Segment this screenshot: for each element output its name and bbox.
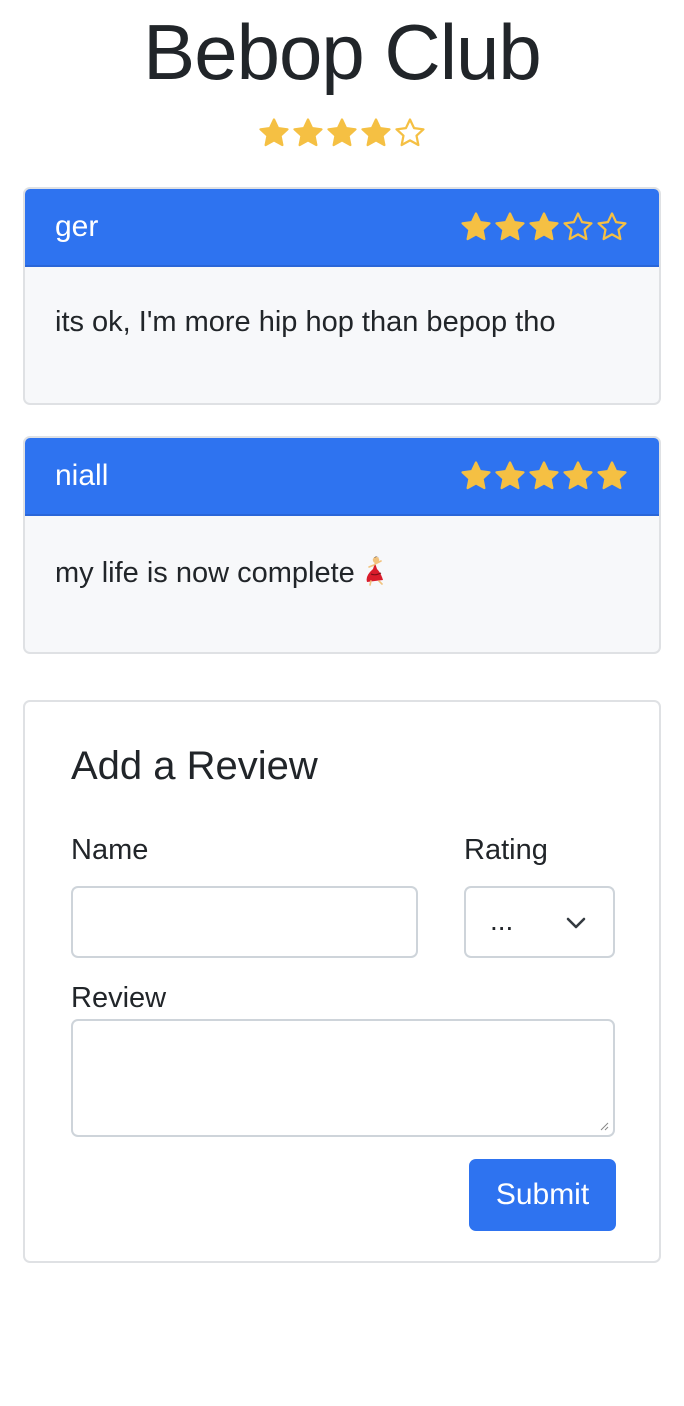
dancer-icon: [359, 554, 391, 586]
page-title: Bebop Club: [143, 8, 542, 96]
rating-select[interactable]: ...: [464, 886, 615, 958]
review-card-header: ger: [25, 189, 659, 267]
name-input[interactable]: [71, 886, 418, 958]
reviewer-name: niall: [55, 459, 109, 492]
star-filled-icon: [527, 210, 561, 244]
star-empty-icon: [561, 210, 595, 244]
star-filled-icon: [291, 116, 325, 150]
star-filled-icon: [493, 459, 527, 493]
rating-label: Rating: [464, 834, 548, 866]
name-label: Name: [71, 834, 149, 866]
review-card-body: my life is now complete: [25, 516, 659, 590]
star-empty-icon: [393, 116, 427, 150]
review-text: its ok, I'm more hip hop than bepop tho: [55, 306, 556, 338]
review-card: niall my life is now complete: [23, 436, 661, 654]
star-filled-icon: [325, 116, 359, 150]
review-textarea[interactable]: [71, 1019, 615, 1137]
star-filled-icon: [459, 459, 493, 493]
add-review-form: Add a Review Name Rating ... Review Subm…: [23, 700, 661, 1263]
star-filled-icon: [595, 459, 629, 493]
reviewer-name: ger: [55, 210, 99, 243]
star-filled-icon: [359, 116, 393, 150]
review-card: ger its ok, I'm more hip hop than bepop …: [23, 187, 661, 405]
chevron-down-icon: [566, 917, 586, 929]
review-card-body: its ok, I'm more hip hop than bepop tho: [25, 267, 659, 339]
review-card-header: niall: [25, 438, 659, 516]
rating-select-value: ...: [490, 905, 514, 936]
star-filled-icon: [493, 210, 527, 244]
overall-rating-stars: [0, 116, 684, 150]
form-title: Add a Review: [71, 744, 318, 788]
star-filled-icon: [561, 459, 595, 493]
review-text: my life is now complete: [55, 557, 355, 589]
review-rating-stars: [459, 210, 629, 244]
submit-button[interactable]: Submit: [469, 1159, 616, 1231]
star-filled-icon: [459, 210, 493, 244]
star-filled-icon: [527, 459, 561, 493]
star-filled-icon: [257, 116, 291, 150]
review-label: Review: [71, 982, 167, 1014]
resize-grip-icon[interactable]: [599, 1121, 609, 1131]
review-rating-stars: [459, 459, 629, 493]
star-empty-icon: [595, 210, 629, 244]
